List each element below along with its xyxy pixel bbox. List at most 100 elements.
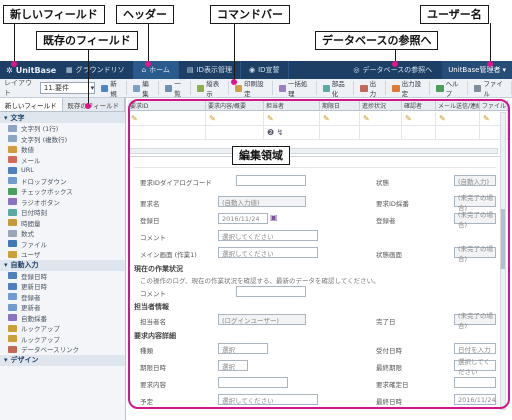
column-header[interactable]: メール送信/連絡 [436, 100, 480, 110]
print-settings-button[interactable]: 印刷設定 [231, 80, 273, 98]
dropdown-select[interactable]: 選択 [218, 343, 268, 354]
field-label: 要求名 [140, 200, 160, 208]
column-header[interactable]: ファイル [480, 100, 508, 110]
output-settings-button[interactable]: 出力設定 [388, 80, 431, 98]
field-item[interactable]: URL [0, 165, 125, 176]
pencil-icon[interactable]: ✎ [209, 114, 216, 123]
pencil-icon[interactable]: ✎ [131, 114, 138, 123]
help-button[interactable]: ヘルプ [432, 80, 469, 98]
field-item[interactable]: ユーザ [0, 249, 125, 260]
text-input[interactable] [218, 377, 288, 388]
field-item[interactable]: 文字列 (1行) [0, 123, 125, 134]
field-item[interactable]: 更新者 [0, 302, 125, 313]
info-icon[interactable]: ❷ ↯ [267, 128, 283, 137]
field-item[interactable]: 自動採番 [0, 313, 125, 324]
user-menu[interactable]: UnitBase管理者 ▾ [442, 61, 512, 79]
nav-item-id-display[interactable]: ▤ ID表示管理 [179, 61, 241, 79]
new-button[interactable]: 新規 [97, 80, 128, 98]
callout-existing-field: 既存のフィールド [36, 31, 138, 50]
field-item[interactable]: チェックボックス [0, 186, 125, 197]
pencil-icon[interactable]: ✎ [405, 114, 412, 123]
mail-field-icon [8, 156, 17, 164]
callout-dot [85, 103, 91, 109]
date-input[interactable]: 日付を入力 [454, 343, 496, 354]
field-item[interactable]: メール [0, 155, 125, 166]
tab-existing-field[interactable]: 既存のフィールド [62, 98, 125, 111]
nav-label: グラウンドリソ [75, 66, 125, 74]
date-input[interactable]: 2016/11/24 [454, 394, 496, 405]
field-item[interactable]: ファイル [0, 239, 125, 250]
layout-select[interactable]: 11.要件 ▾ [39, 82, 96, 94]
dropdown-select[interactable]: 選択してください [218, 230, 318, 241]
section-heading: 担当者情報 [134, 303, 169, 311]
table-row[interactable]: ✎ ✎ ✎ ✎ ✎ ✎ ✎ ✎ [128, 112, 508, 126]
output-button[interactable]: 出力 [356, 80, 387, 98]
pencil-icon[interactable]: ✎ [267, 114, 274, 123]
nav-item-id-oath[interactable]: ◉ ID宣誓 [241, 61, 289, 79]
grid-cell [206, 126, 264, 139]
field-label: ユーザ [21, 251, 41, 260]
dropdown-select[interactable]: 選択してください [218, 247, 318, 258]
callout-db-reference: データベースの参照へ [315, 31, 439, 50]
group-design[interactable]: ▾ デザイン [0, 354, 125, 366]
field-item[interactable]: 登録者 [0, 292, 125, 303]
column-header[interactable]: 進捗状況 [360, 100, 402, 110]
tab-new-field[interactable]: 新しいフィールド [0, 98, 63, 111]
calendar-icon[interactable]: ▣ [270, 213, 278, 222]
column-header[interactable]: 要求内容/概要 [206, 100, 264, 110]
field-item[interactable]: 更新日時 [0, 281, 125, 292]
group-text[interactable]: ▾ 文字 [0, 112, 125, 123]
list-button[interactable]: 一覧 [161, 80, 191, 98]
field-label: 状態画面 [376, 251, 402, 259]
group-auto-input[interactable]: ▾ 自動入力 [0, 259, 125, 271]
callout-line [14, 23, 15, 63]
pencil-icon[interactable]: ✎ [363, 114, 370, 123]
column-header[interactable]: 担当者 [264, 100, 320, 110]
field-item[interactable]: ルックアップ [0, 334, 125, 345]
nav-item-menu[interactable]: ▦ グラウンドリソ [58, 61, 134, 79]
text-input[interactable] [236, 286, 306, 297]
column-header[interactable]: 期限日 [320, 100, 360, 110]
field-item[interactable]: ルックアップ [0, 323, 125, 334]
pencil-icon[interactable]: ✎ [439, 114, 446, 123]
text-input[interactable] [454, 377, 496, 388]
readonly-field: (自動入力) [454, 175, 496, 186]
callout-edit-area: 編集領域 [232, 146, 290, 165]
horizontal-scrollbar[interactable] [128, 148, 498, 154]
field-item[interactable]: ドロップダウン [0, 176, 125, 187]
field-item[interactable]: ラジオボタン [0, 197, 125, 208]
component-button[interactable]: 部品化 [319, 80, 355, 98]
grid-cell [436, 126, 480, 139]
edit-button[interactable]: 編集 [129, 80, 160, 98]
dropdown-select[interactable]: 選択してください [454, 358, 496, 376]
scroll-thumb[interactable] [501, 209, 505, 269]
field-item[interactable]: 文字列 (複数行) [0, 134, 125, 145]
column-header[interactable]: 要求ID [128, 100, 206, 110]
field-item[interactable]: 登録日時 [0, 271, 125, 282]
file-button[interactable]: ファイル [470, 80, 512, 98]
cmd-label: ヘルプ [445, 80, 459, 98]
field-item[interactable]: 数式 [0, 228, 125, 239]
date-input[interactable]: 2016/11/24 [218, 213, 268, 224]
vertical-scrollbar[interactable] [500, 112, 506, 410]
pencil-icon[interactable]: ✎ [483, 114, 490, 123]
dropdown-select[interactable]: 選択 [218, 360, 248, 371]
field-item[interactable]: データベースリンク [0, 344, 125, 355]
app-logo[interactable]: ✲ UnitBase [0, 66, 58, 75]
field-label: URL [21, 166, 34, 175]
vertical-view-button[interactable]: 縦表示 [193, 80, 229, 98]
home-icon: ⌂ [141, 66, 147, 74]
text-input[interactable] [236, 175, 306, 186]
pencil-icon[interactable]: ✎ [323, 114, 330, 123]
field-label: 更新者 [21, 304, 41, 313]
column-header[interactable]: 確認者 [402, 100, 436, 110]
field-item[interactable]: 数値 [0, 144, 125, 155]
nav-item-home[interactable]: ⌂ ホーム [133, 61, 179, 79]
batch-button[interactable]: 一括処理 [275, 80, 317, 98]
callout-new-field: 新しいフィールド [3, 5, 105, 24]
field-item[interactable]: 日付時刻 [0, 207, 125, 218]
dropdown-select[interactable]: 選択してください [218, 394, 318, 405]
table-row[interactable]: ❷ ↯ [128, 126, 508, 140]
field-item[interactable]: 時間量 [0, 218, 125, 229]
callout-dot [231, 79, 237, 85]
